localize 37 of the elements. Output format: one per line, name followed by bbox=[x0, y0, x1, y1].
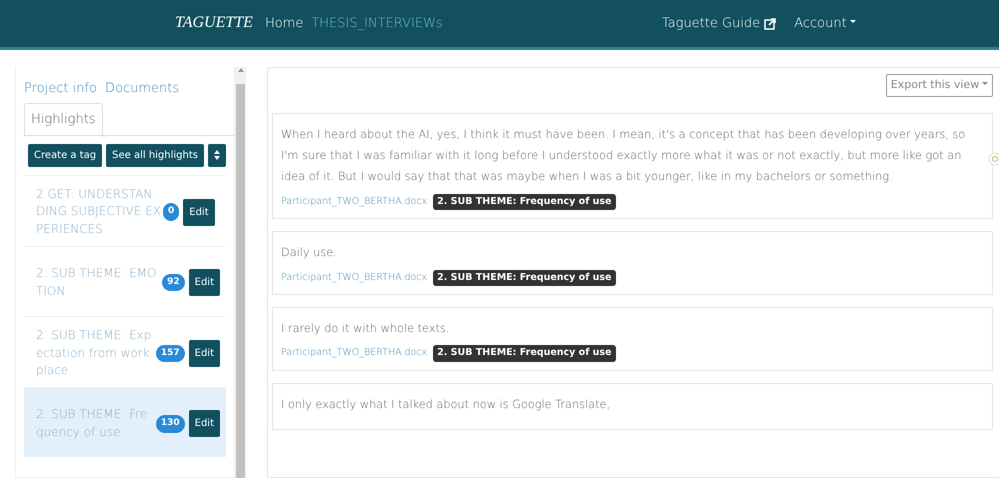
document-link[interactable]: Participant_TWO_BERTHA.docx bbox=[281, 270, 428, 285]
guide-link[interactable]: Taguette Guide bbox=[662, 14, 760, 34]
highlight-handle-icon[interactable] bbox=[988, 152, 999, 166]
scroll-up-arrow-icon[interactable] bbox=[238, 67, 244, 72]
edit-button[interactable]: Edit bbox=[188, 269, 220, 296]
create-tag-button[interactable]: Create a tag bbox=[28, 144, 102, 167]
sort-icon bbox=[214, 150, 220, 160]
tab[interactable]: Project info bbox=[24, 75, 97, 102]
highlight-text: When I heard about the AI, yes, I think it must have been. I mean, it's a concept that has been developing over years, so I'm sure that I was familiar with it long before I understood exactly more what it was or not exactly, but more like got an idea of it. But I would say that that was maybe when I was a bit younger, like in my bachelors or something. bbox=[281, 126, 966, 186]
tag-label: 2. SUB THEME: Frequency of use bbox=[433, 270, 616, 286]
count-badge: 130 bbox=[156, 415, 185, 433]
highlight-text: Daily use. bbox=[281, 245, 338, 262]
count-badge: 92 bbox=[162, 274, 185, 292]
count-badge: 157 bbox=[156, 344, 185, 362]
tag-item[interactable]: 2 GET: UNDERSTANDING SUBJECTIVE EXPERIENCES 0 Edit bbox=[24, 175, 226, 246]
external-link-icon bbox=[764, 18, 776, 30]
document-link[interactable]: Participant_TWO_BERTHA.docx bbox=[281, 194, 428, 210]
tag-label: 2. SUB THEME: Frequency of use bbox=[433, 345, 616, 362]
brand-logo[interactable]: TAGUETTE bbox=[175, 13, 253, 34]
sort-button[interactable] bbox=[208, 144, 226, 167]
highlight-text: I only exactly what I talked about now is Google Translate, bbox=[281, 396, 612, 413]
tag-item[interactable]: 2. SUB THEME: Frequency of use 130 Edit bbox=[24, 387, 226, 458]
count-badge: 0 bbox=[163, 203, 180, 221]
scrollbar[interactable] bbox=[235, 67, 246, 478]
tab[interactable]: Documents bbox=[105, 75, 180, 102]
document-link[interactable]: Participant_TWO_BERTHA.docx bbox=[281, 346, 428, 361]
project-link[interactable]: THESIS_INTERVIEWs bbox=[311, 14, 443, 34]
tab[interactable]: Highlights bbox=[24, 102, 103, 135]
edit-button[interactable]: Edit bbox=[188, 410, 220, 438]
home-link[interactable]: Home bbox=[264, 14, 304, 34]
tag-label: 2. SUB THEME: Frequency of use bbox=[433, 194, 616, 210]
edit-button[interactable]: Edit bbox=[188, 340, 220, 367]
export-dropdown[interactable]: Export this view bbox=[886, 74, 993, 96]
account-menu[interactable]: Account bbox=[794, 14, 856, 34]
highlight-text: I rarely do it with whole texts. bbox=[281, 320, 450, 337]
edit-button[interactable]: Edit bbox=[183, 198, 215, 226]
see-all-highlights-button[interactable]: See all highlights bbox=[106, 144, 204, 167]
